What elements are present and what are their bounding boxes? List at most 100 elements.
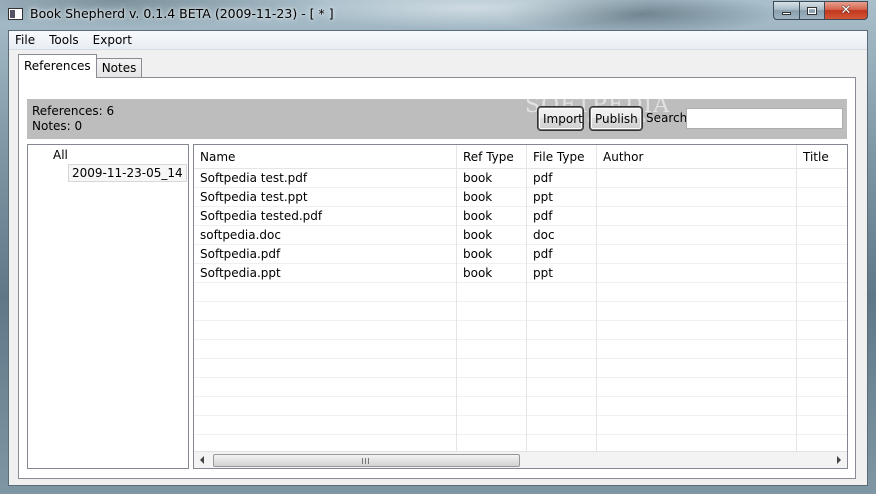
column-title[interactable]: Title — [797, 145, 847, 169]
table-cell: book — [457, 188, 527, 207]
references-count: References: 6 — [32, 104, 115, 118]
table-cell: Softpedia tested.pdf — [194, 207, 457, 226]
table-row[interactable] — [194, 302, 847, 321]
table-cell: book — [457, 264, 527, 283]
column-ref-type[interactable]: Ref Type — [457, 145, 527, 169]
counts: References: 6 Notes: 0 — [32, 104, 114, 134]
table-cell: ppt — [527, 188, 597, 207]
table-cell: pdf — [527, 207, 597, 226]
table-cell — [527, 283, 597, 302]
table-cell — [797, 321, 847, 340]
table-cell: Softpedia test.pdf — [194, 169, 457, 188]
table-cell — [457, 416, 527, 435]
collection-tree[interactable]: All 2009-11-23-05_14 — [27, 144, 189, 469]
table-header: Name Ref Type File Type Author Title — [194, 145, 847, 169]
table-cell — [797, 302, 847, 321]
table-cell: book — [457, 169, 527, 188]
minimize-button[interactable] — [773, 1, 799, 20]
column-name[interactable]: Name — [194, 145, 457, 169]
table-cell — [194, 359, 457, 378]
table-cell — [457, 283, 527, 302]
table-cell: pdf — [527, 169, 597, 188]
search-input[interactable] — [686, 108, 843, 129]
scroll-left-icon[interactable] — [200, 456, 204, 464]
import-button[interactable]: Import — [537, 106, 584, 131]
table-row[interactable] — [194, 321, 847, 340]
table-cell — [797, 207, 847, 226]
table-row[interactable] — [194, 378, 847, 397]
table-cell — [527, 321, 597, 340]
table-cell — [797, 378, 847, 397]
menu-bar: File Tools Export — [9, 31, 867, 50]
scroll-right-icon[interactable] — [837, 456, 841, 464]
table-row[interactable] — [194, 416, 847, 435]
column-author[interactable]: Author — [597, 145, 797, 169]
table-cell — [194, 378, 457, 397]
menu-file[interactable]: File — [9, 31, 42, 50]
table-row[interactable] — [194, 340, 847, 359]
table-cell — [597, 226, 797, 245]
table-cell: softpedia.doc — [194, 226, 457, 245]
table-cell — [457, 397, 527, 416]
close-button[interactable]: ✕ — [824, 1, 868, 20]
table-row[interactable]: softpedia.doc book doc — [194, 226, 847, 245]
table-cell — [597, 207, 797, 226]
table-cell — [797, 169, 847, 188]
menu-export[interactable]: Export — [86, 31, 139, 50]
table-cell — [194, 321, 457, 340]
table-cell: doc — [527, 226, 597, 245]
tab-references[interactable]: References — [18, 54, 97, 78]
table-cell — [597, 283, 797, 302]
table-cell — [527, 340, 597, 359]
scroll-thumb[interactable] — [213, 454, 520, 467]
minimize-icon — [782, 12, 791, 15]
title-bar[interactable]: Book Shepherd v. 0.1.4 BETA (2009-11-23)… — [0, 0, 876, 30]
table-row[interactable]: Softpedia.ppt book ppt — [194, 264, 847, 283]
table-row[interactable]: Softpedia test.pdf book pdf — [194, 169, 847, 188]
window-title: Book Shepherd v. 0.1.4 BETA (2009-11-23)… — [30, 6, 334, 21]
table-cell — [797, 397, 847, 416]
column-file-type[interactable]: File Type — [527, 145, 597, 169]
app-icon[interactable] — [8, 8, 23, 20]
table-row[interactable] — [194, 359, 847, 378]
references-table: Name Ref Type File Type Author Title Sof… — [193, 144, 848, 469]
table-row[interactable]: Softpedia.pdf book pdf — [194, 245, 847, 264]
table-row[interactable]: Softpedia tested.pdf book pdf — [194, 207, 847, 226]
table-row[interactable]: Softpedia test.ppt book ppt — [194, 188, 847, 207]
table-cell — [797, 359, 847, 378]
table-cell — [457, 302, 527, 321]
grip-icon — [362, 458, 370, 464]
tab-notes[interactable]: Notes — [96, 58, 143, 78]
table-cell: book — [457, 207, 527, 226]
maximize-icon — [807, 6, 817, 15]
references-panel: References: 6 Notes: 0 SOFTPEDIA www.sof… — [18, 77, 856, 479]
table-cell — [527, 302, 597, 321]
close-icon: ✕ — [840, 3, 852, 18]
info-bar: References: 6 Notes: 0 SOFTPEDIA www.sof… — [27, 93, 847, 139]
table-cell — [597, 416, 797, 435]
table-cell — [457, 340, 527, 359]
table-cell: ppt — [527, 264, 597, 283]
table-cell — [797, 226, 847, 245]
maximize-button[interactable] — [799, 1, 824, 20]
horizontal-scrollbar[interactable] — [194, 451, 847, 468]
publish-button[interactable]: Publish — [589, 106, 643, 131]
table-cell — [194, 302, 457, 321]
table-cell — [194, 283, 457, 302]
search-label: Search — [646, 111, 688, 125]
table-cell — [597, 378, 797, 397]
table-row[interactable] — [194, 397, 847, 416]
table-body: Softpedia test.pdf book pdf Softpedia test.… — [194, 169, 847, 454]
tree-item-all[interactable]: All — [53, 148, 68, 162]
table-cell — [797, 283, 847, 302]
tree-item-import[interactable]: 2009-11-23-05_14 — [68, 164, 187, 182]
table-cell — [597, 302, 797, 321]
window-controls: ✕ — [773, 1, 868, 20]
table-cell: Softpedia.pdf — [194, 245, 457, 264]
menu-tools[interactable]: Tools — [42, 31, 86, 50]
table-cell — [797, 416, 847, 435]
table-cell — [597, 321, 797, 340]
table-cell — [527, 378, 597, 397]
table-cell — [597, 169, 797, 188]
table-row[interactable] — [194, 283, 847, 302]
